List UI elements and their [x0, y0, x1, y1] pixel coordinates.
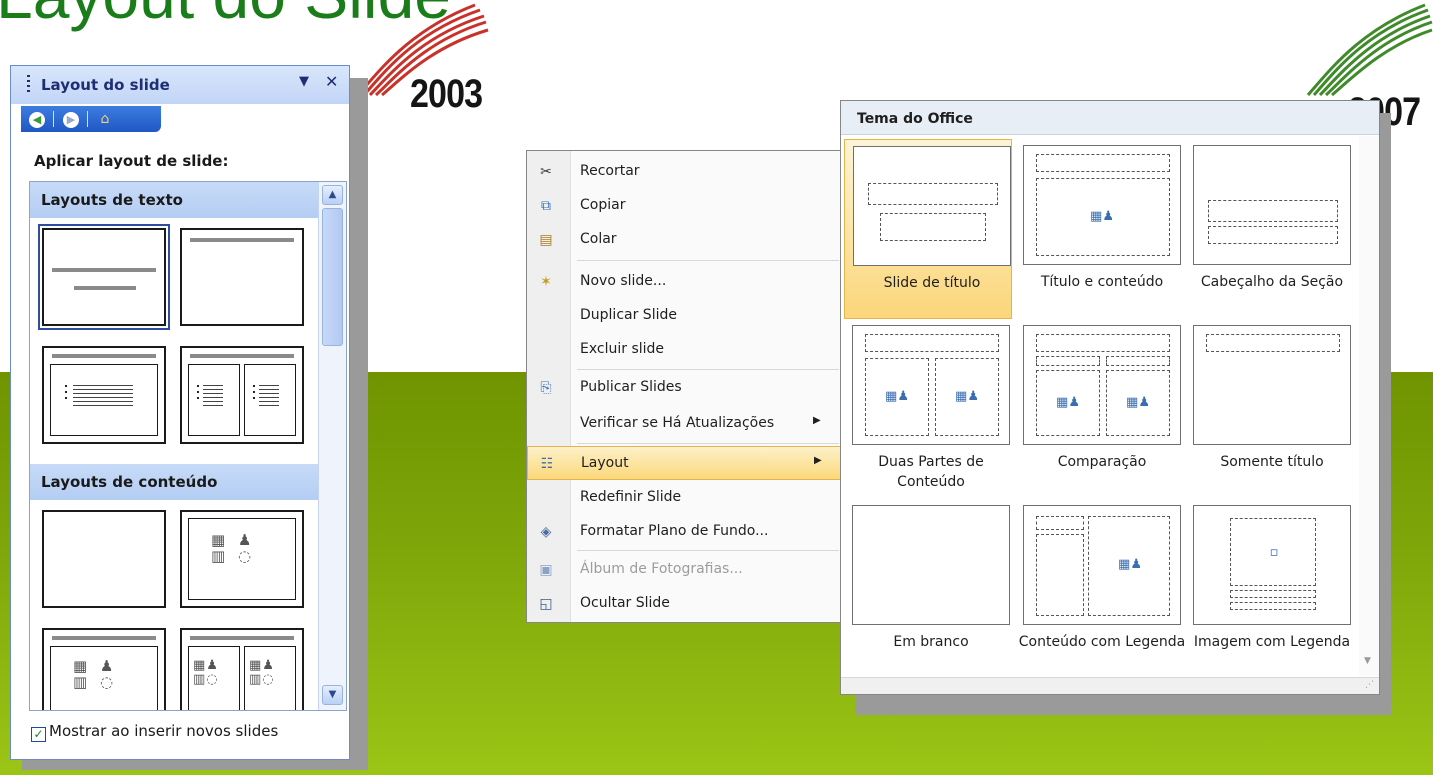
- scroll-up-button[interactable]: ▲: [322, 185, 343, 205]
- group-content-layouts: Layouts de conteúdo: [30, 464, 318, 500]
- dropdown-arrow-icon[interactable]: ▼: [299, 74, 309, 89]
- gallery-layout-section-header[interactable]: Cabeçalho da Seção: [1185, 139, 1353, 319]
- menu-item-photo-album: ▣ Álbum de Fotografias...: [527, 553, 841, 587]
- show-on-insert-checkbox[interactable]: ✓: [31, 727, 46, 742]
- content-icons: ▦ ♟ ▥ ◌: [211, 531, 256, 565]
- paste-icon: ▤: [539, 232, 553, 248]
- format-background-icon: ◈: [540, 524, 552, 540]
- layout-icon: ☷: [540, 456, 554, 472]
- pane-title: Layout do slide: [41, 76, 170, 94]
- content-icons: ▦♟ ▥◌: [193, 658, 219, 687]
- pane-header: Layout do slide ▼ ✕: [11, 66, 349, 104]
- gallery-header: Tema do Office: [841, 101, 1379, 135]
- layout-thumb-title-two-columns[interactable]: [180, 346, 304, 444]
- content-icons: ▦♟: [885, 389, 909, 404]
- back-button[interactable]: ◀: [27, 110, 47, 128]
- submenu-arrow-icon: ▶: [813, 415, 821, 426]
- pane-navigation-bar: ◀ ▶ ⌂: [21, 106, 161, 132]
- layout-thumb-content[interactable]: ▦ ♟ ▥ ◌: [180, 510, 304, 608]
- content-icons: ▦♟: [955, 389, 979, 404]
- slide-context-menu: ✂ Recortar ⧉ Copiar ▤ Colar ✶ Novo slide…: [526, 150, 842, 623]
- content-icons: ▦♟: [1056, 395, 1080, 410]
- layout-thumb-title-slide[interactable]: [38, 224, 170, 330]
- gallery-layout-comparison[interactable]: ▦♟ ▦♟ Comparação: [1015, 319, 1183, 499]
- layouts-scrollbar[interactable]: ▲ ▼: [318, 182, 346, 710]
- layout-thumb-title-text[interactable]: [42, 346, 166, 444]
- gallery-layout-title-content[interactable]: ▦♟ Título e conteúdo: [1015, 139, 1183, 319]
- gallery-layout-two-content[interactable]: ▦♟ ▦♟ Duas Partes de Conteúdo: [844, 319, 1012, 499]
- resize-grip-icon[interactable]: ⋰: [1365, 680, 1374, 690]
- menu-item-hide-slide[interactable]: ◱ Ocultar Slide: [527, 587, 841, 621]
- layout-thumb-title-two-content[interactable]: ▦♟ ▥◌ ▦♟ ▥◌: [180, 628, 304, 710]
- content-icons: ▦♟: [1090, 209, 1114, 224]
- hide-slide-icon: ◱: [539, 596, 553, 612]
- layout-gallery: Tema do Office Slide de título ▦♟ Título…: [840, 100, 1380, 695]
- home-icon: ⌂: [100, 111, 110, 127]
- submenu-arrow-icon: ▶: [814, 455, 822, 466]
- content-icons: ▦ ♟ ▥ ◌: [73, 657, 118, 691]
- content-icons: ▦♟: [1118, 557, 1142, 572]
- gallery-resize-bar[interactable]: ⋰: [841, 677, 1379, 694]
- layout-thumb-title-only[interactable]: [180, 228, 304, 326]
- menu-item-check-updates[interactable]: Verificar se Há Atualizações ▶: [527, 407, 841, 441]
- forward-button[interactable]: ▶: [61, 110, 81, 128]
- menu-item-publish-slides[interactable]: ⎘ Publicar Slides: [527, 371, 841, 405]
- publish-icon: ⎘: [540, 380, 552, 396]
- layout-thumb-blank[interactable]: [42, 510, 166, 608]
- apply-layout-label: Aplicar layout de slide:: [34, 152, 229, 170]
- show-on-insert-option[interactable]: ✓ Mostrar ao inserir novos slides: [31, 722, 278, 742]
- swoosh-icon: [1306, 3, 1433, 97]
- menu-item-delete-slide[interactable]: Excluir slide: [527, 333, 841, 367]
- scroll-down-icon[interactable]: ▼: [1364, 656, 1371, 666]
- scroll-thumb[interactable]: [322, 208, 343, 346]
- gallery-layout-title-only[interactable]: Somente título: [1185, 319, 1353, 499]
- menu-item-format-background[interactable]: ◈ Formatar Plano de Fundo...: [527, 515, 841, 549]
- gallery-scrollbar[interactable]: ▼: [1359, 136, 1379, 676]
- photo-album-icon: ▣: [539, 562, 553, 578]
- scroll-down-button[interactable]: ▼: [322, 685, 343, 705]
- content-icons: ▦♟ ▥◌: [249, 658, 275, 687]
- menu-item-layout[interactable]: ☷ Layout ▶: [527, 446, 841, 480]
- gallery-layout-title-slide[interactable]: Slide de título: [844, 139, 1012, 319]
- scissors-icon: ✂: [540, 164, 552, 180]
- grip-icon[interactable]: [27, 75, 30, 93]
- gallery-layout-content-caption[interactable]: ▦♟ Conteúdo com Legenda: [1015, 499, 1185, 679]
- picture-icon: ▫: [1269, 545, 1279, 560]
- group-text-layouts: Layouts de texto: [30, 182, 318, 218]
- close-icon[interactable]: ✕: [325, 72, 338, 91]
- content-icons: ▦♟: [1126, 395, 1150, 410]
- forward-arrow-icon: ▶: [63, 112, 79, 128]
- copy-icon: ⧉: [541, 198, 551, 214]
- menu-item-copy[interactable]: ⧉ Copiar: [527, 189, 841, 223]
- layouts-list: Layouts de texto Layouts de conteúdo ▦ ♟…: [29, 181, 347, 711]
- menu-item-paste[interactable]: ▤ Colar: [527, 223, 841, 257]
- menu-item-cut[interactable]: ✂ Recortar: [527, 155, 841, 189]
- home-button[interactable]: ⌂: [95, 110, 115, 128]
- gallery-layout-blank[interactable]: Em branco: [844, 499, 1012, 679]
- gallery-layout-picture-caption[interactable]: ▫ Imagem com Legenda: [1185, 499, 1353, 679]
- back-arrow-icon: ◀: [29, 112, 45, 128]
- menu-item-reset-slide[interactable]: Redefinir Slide: [527, 481, 841, 515]
- show-on-insert-label: Mostrar ao inserir novos slides: [49, 722, 279, 740]
- layout-thumb-title-content[interactable]: ▦ ♟ ▥ ◌: [42, 628, 166, 710]
- new-slide-icon: ✶: [540, 274, 552, 290]
- logo-2003: 2003: [350, 0, 500, 120]
- slide-layout-task-pane: Layout do slide ▼ ✕ ◀ ▶ ⌂ Aplicar layout…: [10, 65, 350, 760]
- menu-item-duplicate-slide[interactable]: Duplicar Slide: [527, 299, 841, 333]
- menu-item-new-slide[interactable]: ✶ Novo slide...: [527, 265, 841, 299]
